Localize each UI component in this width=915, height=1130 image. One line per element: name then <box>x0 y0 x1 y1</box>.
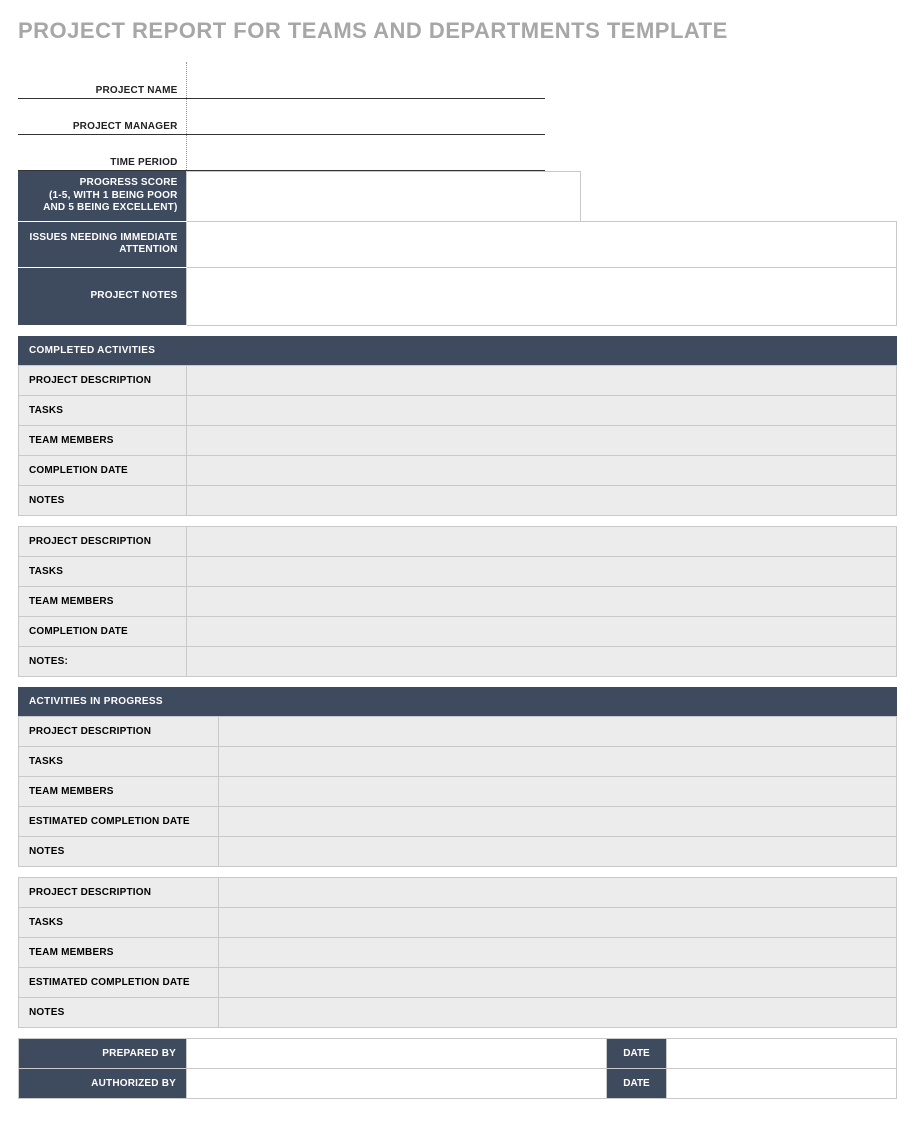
row-project-name: PROJECT NAME <box>18 62 545 98</box>
row-progress-score: PROGRESS SCORE (1-5, WITH 1 BEING POOR A… <box>18 171 897 221</box>
value-team-members[interactable] <box>187 586 897 616</box>
value-tasks[interactable] <box>187 395 897 425</box>
label-project-name: PROJECT NAME <box>18 62 186 98</box>
value-project-name[interactable] <box>186 62 545 98</box>
label-team-members: TEAM MEMBERS <box>19 425 187 455</box>
row-time-period: TIME PERIOD <box>18 134 545 170</box>
completed-activity-2: PROJECT DESCRIPTION TASKS TEAM MEMBERS C… <box>18 526 897 677</box>
value-team-members[interactable] <box>219 776 897 806</box>
value-prepared-date[interactable] <box>667 1038 897 1068</box>
value-est-completion-date[interactable] <box>219 967 897 997</box>
value-team-members[interactable] <box>187 425 897 455</box>
label-notes: NOTES <box>19 997 219 1027</box>
value-project-notes[interactable] <box>186 267 897 325</box>
label-tasks: TASKS <box>19 746 219 776</box>
row-prepared-by: PREPARED BY DATE <box>19 1038 897 1068</box>
value-tasks[interactable] <box>187 556 897 586</box>
value-authorized-by[interactable] <box>187 1068 607 1098</box>
value-notes[interactable] <box>187 485 897 515</box>
label-completion-date: COMPLETION DATE <box>19 616 187 646</box>
row-issues: ISSUES NEEDING IMMEDIATE ATTENTION <box>18 221 897 267</box>
value-time-period[interactable] <box>186 134 545 170</box>
value-prepared-by[interactable] <box>187 1038 607 1068</box>
label-progress-score: PROGRESS SCORE (1-5, WITH 1 BEING POOR A… <box>18 171 186 221</box>
label-project-description: PROJECT DESCRIPTION <box>19 716 219 746</box>
value-project-description[interactable] <box>187 365 897 395</box>
label-authorized-date: DATE <box>607 1068 667 1098</box>
label-prepared-by: PREPARED BY <box>19 1038 187 1068</box>
label-team-members: TEAM MEMBERS <box>19 776 219 806</box>
value-tasks[interactable] <box>219 746 897 776</box>
label-issues: ISSUES NEEDING IMMEDIATE ATTENTION <box>18 221 186 267</box>
label-est-completion-date: ESTIMATED COMPLETION DATE <box>19 806 219 836</box>
row-authorized-by: AUTHORIZED BY DATE <box>19 1068 897 1098</box>
label-tasks: TASKS <box>19 556 187 586</box>
value-project-manager[interactable] <box>186 98 545 134</box>
label-completion-date: COMPLETION DATE <box>19 455 187 485</box>
label-notes: NOTES <box>19 485 187 515</box>
label-team-members: TEAM MEMBERS <box>19 586 187 616</box>
value-progress-score[interactable] <box>186 171 580 221</box>
label-time-period: TIME PERIOD <box>18 134 186 170</box>
signoff-table: PREPARED BY DATE AUTHORIZED BY DATE <box>18 1038 897 1099</box>
label-notes: NOTES: <box>19 646 187 676</box>
label-prepared-date: DATE <box>607 1038 667 1068</box>
row-project-manager: PROJECT MANAGER <box>18 98 545 134</box>
section-header-in-progress: ACTIVITIES IN PROGRESS <box>18 687 897 716</box>
label-authorized-by: AUTHORIZED BY <box>19 1068 187 1098</box>
value-notes[interactable] <box>187 646 897 676</box>
section-header-completed: COMPLETED ACTIVITIES <box>18 336 897 365</box>
label-project-description: PROJECT DESCRIPTION <box>19 877 219 907</box>
page-title: PROJECT REPORT FOR TEAMS AND DEPARTMENTS… <box>18 18 897 44</box>
value-project-description[interactable] <box>219 877 897 907</box>
value-tasks[interactable] <box>219 907 897 937</box>
value-team-members[interactable] <box>219 937 897 967</box>
label-est-completion-date: ESTIMATED COMPLETION DATE <box>19 967 219 997</box>
value-project-description[interactable] <box>187 526 897 556</box>
label-project-description: PROJECT DESCRIPTION <box>19 365 187 395</box>
value-notes[interactable] <box>219 997 897 1027</box>
value-issues[interactable] <box>186 221 897 267</box>
value-notes[interactable] <box>219 836 897 866</box>
value-completion-date[interactable] <box>187 455 897 485</box>
value-authorized-date[interactable] <box>667 1068 897 1098</box>
label-tasks: TASKS <box>19 907 219 937</box>
label-project-manager: PROJECT MANAGER <box>18 98 186 134</box>
info-table: PROJECT NAME PROJECT MANAGER TIME PERIOD <box>18 62 545 171</box>
completed-activity-1: PROJECT DESCRIPTION TASKS TEAM MEMBERS C… <box>18 365 897 516</box>
in-progress-activity-1: PROJECT DESCRIPTION TASKS TEAM MEMBERS E… <box>18 716 897 867</box>
label-project-notes: PROJECT NOTES <box>18 267 186 325</box>
value-completion-date[interactable] <box>187 616 897 646</box>
row-project-notes: PROJECT NOTES <box>18 267 897 325</box>
stack-table: PROGRESS SCORE (1-5, WITH 1 BEING POOR A… <box>18 171 897 326</box>
label-tasks: TASKS <box>19 395 187 425</box>
label-team-members: TEAM MEMBERS <box>19 937 219 967</box>
label-project-description: PROJECT DESCRIPTION <box>19 526 187 556</box>
value-est-completion-date[interactable] <box>219 806 897 836</box>
in-progress-activity-2: PROJECT DESCRIPTION TASKS TEAM MEMBERS E… <box>18 877 897 1028</box>
label-notes: NOTES <box>19 836 219 866</box>
value-project-description[interactable] <box>219 716 897 746</box>
